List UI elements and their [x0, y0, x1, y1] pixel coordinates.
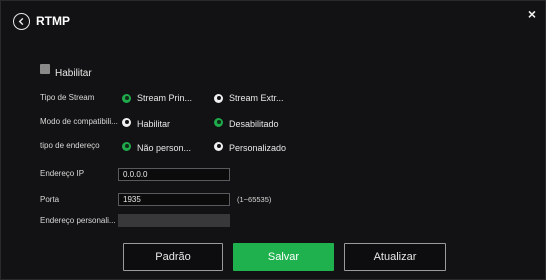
default-button[interactable]: Padrão — [123, 243, 223, 271]
port-label: Porta — [40, 195, 60, 204]
address-type-custom-radio[interactable]: Personalizado — [214, 141, 287, 153]
address-type-default-radio[interactable]: Não person... — [122, 141, 192, 153]
stream-type-label: Tipo de Stream — [40, 93, 95, 102]
radio-icon — [122, 117, 131, 127]
ip-label: Endereço IP — [40, 169, 85, 178]
radio-icon — [214, 141, 223, 151]
rtmp-dialog: RTMP × Habilitar Tipo de Stream Stream P… — [0, 0, 546, 280]
custom-address-label: Endereço personali... — [40, 216, 116, 225]
radio-label: Personalizado — [229, 143, 287, 153]
compat-mode-disabled-radio[interactable]: Desabilitado — [214, 117, 279, 129]
compat-mode-label: Modo de compatibili... — [40, 117, 118, 126]
radio-selected-icon — [122, 93, 131, 103]
stream-type-extra-radio[interactable]: Stream Extr... — [214, 93, 284, 103]
stream-type-main-radio[interactable]: Stream Prin... — [122, 93, 192, 103]
radio-label: Não person... — [137, 143, 192, 153]
ip-input[interactable]: 0.0.0.0 — [118, 168, 230, 181]
enable-label: Habilitar — [55, 68, 92, 79]
port-input[interactable]: 1935 — [118, 193, 230, 206]
dialog-title: RTMP — [36, 14, 70, 28]
radio-icon — [214, 93, 223, 103]
chevron-left-icon — [18, 17, 24, 26]
save-button[interactable]: Salvar — [233, 243, 334, 271]
radio-label: Stream Extr... — [229, 93, 284, 103]
refresh-button[interactable]: Atualizar — [344, 243, 446, 271]
radio-label: Desabilitado — [229, 119, 279, 129]
back-icon[interactable] — [13, 13, 30, 30]
enable-row: Habilitar — [40, 63, 92, 79]
radio-selected-icon — [122, 141, 131, 151]
radio-label: Stream Prin... — [137, 93, 193, 103]
address-type-label: tipo de endereço — [40, 141, 100, 150]
enable-checkbox[interactable] — [40, 63, 50, 74]
radio-label: Habilitar — [137, 119, 171, 129]
close-icon[interactable]: × — [525, 7, 539, 21]
port-range-hint: (1~65535) — [237, 195, 272, 204]
dialog-header: RTMP × — [1, 1, 545, 41]
radio-selected-icon — [214, 117, 223, 127]
custom-address-input — [118, 214, 230, 227]
compat-mode-enable-radio[interactable]: Habilitar — [122, 117, 171, 129]
